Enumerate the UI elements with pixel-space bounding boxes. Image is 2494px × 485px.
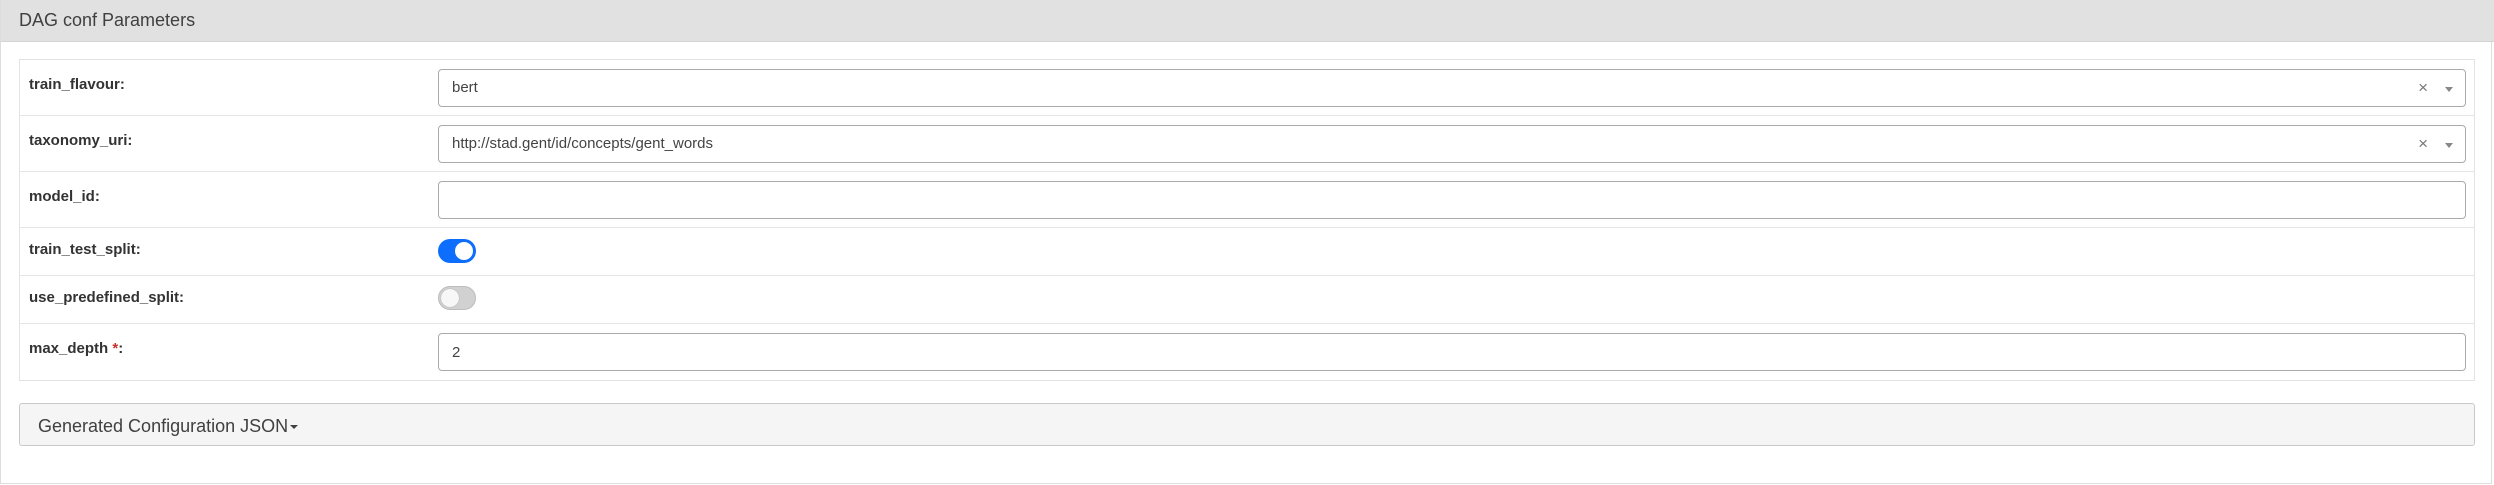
generated-config-title: Generated Configuration JSON: [38, 416, 299, 436]
param-label: model_id:: [29, 188, 100, 205]
param-row-max-depth: max_depth *:: [20, 324, 2474, 380]
params-table: train_flavour: bert × taxonomy_uri: http…: [19, 59, 2475, 381]
generated-config-label: Generated Configuration JSON: [38, 416, 289, 436]
generated-config-toggle[interactable]: Generated Configuration JSON: [19, 403, 2475, 446]
chevron-down-icon[interactable]: [2445, 87, 2453, 92]
model-id-input[interactable]: [438, 181, 2466, 219]
param-label-text: max_depth: [29, 340, 113, 357]
param-label-suffix: :: [118, 340, 124, 357]
use-predefined-split-toggle[interactable]: [438, 286, 476, 310]
selected-value: http://stad.gent/id/concepts/gent_words: [452, 135, 713, 152]
param-row-use-predefined-split: use_predefined_split:: [20, 276, 2474, 324]
train-flavour-select[interactable]: bert ×: [438, 69, 2466, 107]
param-label: taxonomy_uri:: [29, 132, 133, 149]
param-row-taxonomy-uri: taxonomy_uri: http://stad.gent/id/concep…: [20, 116, 2474, 172]
toggle-knob: [441, 289, 459, 307]
caret-down-icon: [290, 425, 299, 430]
param-row-train-test-split: train_test_split:: [20, 228, 2474, 276]
param-label: max_depth *:: [29, 340, 123, 358]
taxonomy-uri-select[interactable]: http://stad.gent/id/concepts/gent_words …: [438, 125, 2466, 163]
toggle-knob: [455, 242, 473, 260]
train-test-split-toggle[interactable]: [438, 239, 476, 263]
close-icon[interactable]: ×: [2418, 78, 2428, 98]
selected-value: bert: [452, 79, 478, 96]
chevron-down-icon[interactable]: [2445, 143, 2453, 148]
param-row-train-flavour: train_flavour: bert ×: [20, 60, 2474, 116]
panel-heading: DAG conf Parameters: [1, 0, 2494, 42]
panel-title: DAG conf Parameters: [19, 10, 196, 30]
param-label: train_test_split:: [29, 241, 141, 258]
dag-conf-panel: DAG conf Parameters train_flavour: bert …: [0, 0, 2494, 484]
close-icon[interactable]: ×: [2418, 134, 2428, 154]
max-depth-input[interactable]: [438, 333, 2466, 371]
param-label: use_predefined_split:: [29, 289, 185, 306]
param-label: train_flavour:: [29, 76, 125, 93]
param-row-model-id: model_id:: [20, 172, 2474, 228]
